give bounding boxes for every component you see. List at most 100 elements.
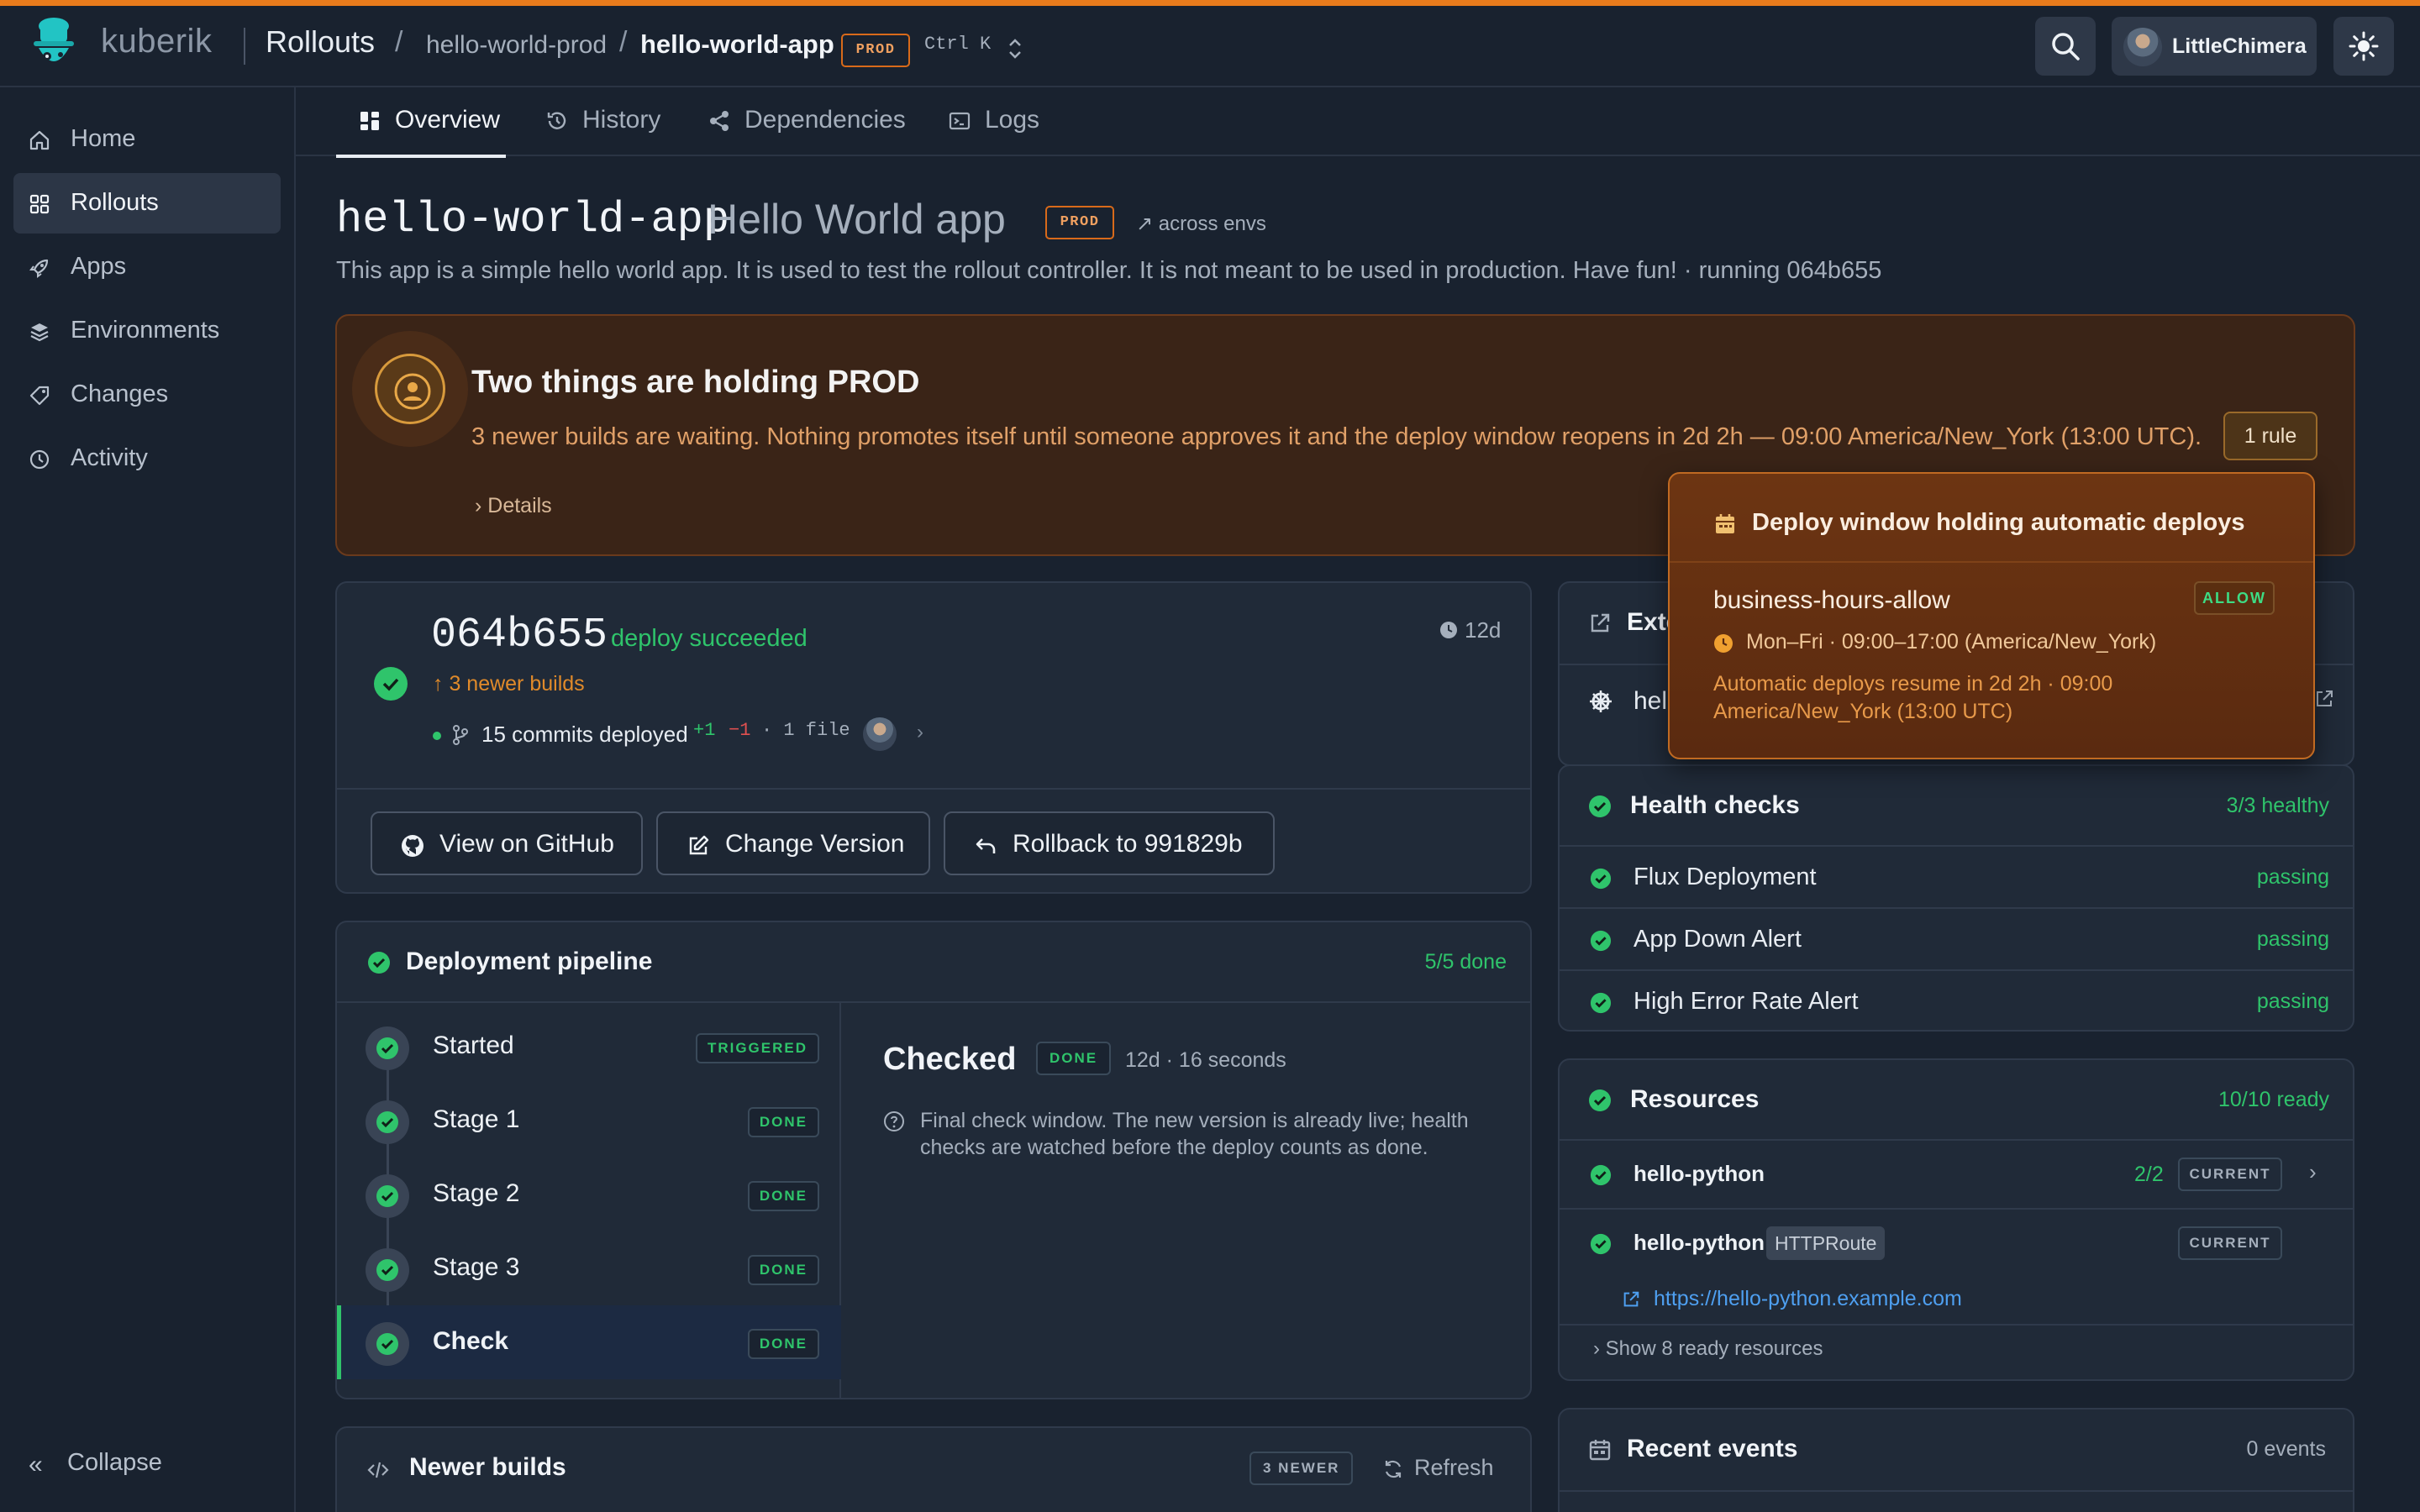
user-name: LittleChimera (2172, 34, 2307, 58)
events-count: 0 events (2246, 1437, 2326, 1461)
check-circle-icon (366, 1026, 409, 1070)
stage-detail-title: Checked (883, 1042, 1017, 1077)
sidebar-item-rollouts[interactable]: Rollouts (13, 173, 281, 234)
stage-detail-badge: DONE (1036, 1042, 1112, 1075)
tab-dependencies[interactable]: Dependencies (708, 87, 909, 156)
stage-badge: DONE (747, 1255, 819, 1285)
stage-badge: DONE (747, 1107, 819, 1137)
stage-started[interactable]: Started TRIGGERED (337, 1010, 841, 1084)
newer-builds-link[interactable]: ↑ 3 newer builds (433, 672, 585, 696)
bowler-hat-icon[interactable] (30, 16, 77, 75)
helm-icon (1590, 690, 1612, 712)
chevron-right-icon[interactable]: › (2309, 1159, 2317, 1185)
card-title: Deployment pipeline (406, 948, 653, 975)
card-title: Newer builds (409, 1453, 566, 1481)
show-more-row[interactable]: › Show 8 ready resources (1560, 1326, 2353, 1379)
refresh-button[interactable]: Refresh (1414, 1455, 1494, 1481)
brand-name: kuberik (101, 23, 213, 60)
breadcrumb-separator: / (395, 26, 403, 58)
collapse-label: Collapse (67, 1449, 162, 1476)
stage-check[interactable]: Check DONE (337, 1305, 841, 1379)
share-icon (710, 111, 729, 131)
theme-toggle-button[interactable] (2333, 17, 2394, 76)
check-circle-icon (1590, 930, 1612, 952)
sidebar-item-home[interactable]: Home (13, 109, 281, 170)
external-link-label[interactable]: hell (1634, 687, 1673, 716)
across-envs-link[interactable]: ↗ across envs (1136, 212, 1266, 236)
ctrl-k-shortcut[interactable]: Ctrl K (924, 34, 991, 55)
stage-3[interactable]: Stage 3 DONE (337, 1231, 841, 1305)
sidebar-item-label: Rollouts (71, 189, 159, 216)
deployment-pipeline-card: Deployment pipeline 5/5 done Started TRI… (335, 921, 1532, 1399)
health-check-status: passing (2256, 990, 2329, 1013)
sidebar-item-label: Changes (71, 381, 169, 407)
pipeline-stages: Started TRIGGERED Stage 1 DONE Stage 2 D… (337, 1003, 841, 1398)
check-circle-icon (368, 952, 390, 974)
grid-icon (29, 194, 50, 214)
tab-history[interactable]: History (545, 87, 671, 156)
health-check-row[interactable]: High Error Rate Alert passing (1560, 971, 2353, 1030)
health-summary: 3/3 healthy (2226, 794, 2329, 817)
calendar-icon (1589, 1440, 1611, 1461)
card-title: Resources (1630, 1085, 1760, 1113)
health-check-row[interactable]: Flux Deployment passing (1560, 847, 2353, 909)
chevron-up-down-icon[interactable] (1005, 36, 1025, 61)
version-age: 12d (1465, 617, 1502, 643)
details-toggle[interactable]: › Details (475, 494, 552, 518)
rollback-button[interactable]: Rollback to 991829b (944, 811, 1275, 875)
health-check-label: High Error Rate Alert (1634, 988, 1859, 1015)
commits-summary[interactable]: 15 commits deployed (481, 722, 688, 748)
deploy-status: deploy succeeded (611, 625, 808, 652)
view-on-github-button[interactable]: View on GitHub (371, 811, 643, 875)
change-version-button[interactable]: Change Version (656, 811, 930, 875)
sidebar-item-label: Home (71, 125, 136, 152)
check-circle-icon (1589, 795, 1611, 817)
collapse-button[interactable]: « Collapse (29, 1442, 197, 1484)
breadcrumb-environment[interactable]: hello-world-prod (426, 31, 607, 60)
stage-label: Stage 2 (433, 1179, 520, 1207)
resource-url-link[interactable]: https://hello-python.example.com (1654, 1287, 1962, 1311)
stage-detail-note: Final check window. The new version is a… (920, 1109, 1469, 1159)
sidebar: Home Rollouts Apps Environments Changes … (0, 87, 296, 1512)
button-label: Rollback to 991829b (1013, 830, 1243, 858)
breadcrumb-section[interactable]: Rollouts (266, 24, 375, 60)
resource-name: hello-python (1634, 1230, 1765, 1255)
clock-icon (29, 449, 50, 470)
current-badge: CURRENT (2178, 1226, 2282, 1260)
health-check-row[interactable]: App Down Alert passing (1560, 909, 2353, 971)
sidebar-item-apps[interactable]: Apps (13, 237, 281, 297)
stage-label: Started (433, 1032, 514, 1059)
search-button[interactable] (2035, 17, 2096, 76)
external-link-icon (1591, 613, 1610, 633)
sun-icon (2349, 31, 2379, 61)
breadcrumb-app[interactable]: hello-world-app (640, 29, 834, 60)
user-menu-button[interactable]: LittleChimera (2112, 17, 2317, 76)
sidebar-item-activity[interactable]: Activity (13, 428, 281, 489)
resource-row[interactable]: hello-python HTTPRoute CURRENT (1560, 1210, 2353, 1278)
rule-button[interactable]: 1 rule (2223, 412, 2317, 460)
check-circle-icon (1589, 1089, 1611, 1111)
clock-icon (1714, 634, 1733, 653)
calendar-icon (1716, 514, 1734, 533)
deploy-window-popover: Deploy window holding automatic deploys … (1668, 472, 2315, 759)
app-name: Hello World app (708, 196, 1006, 243)
sidebar-item-changes[interactable]: Changes (13, 365, 281, 425)
avatar (2123, 28, 2162, 66)
external-link-icon[interactable] (2314, 689, 2334, 709)
layers-icon (30, 323, 49, 342)
resource-row[interactable]: hello-python 2/2 CURRENT › (1560, 1141, 2353, 1210)
stage-2[interactable]: Stage 2 DONE (337, 1158, 841, 1231)
stage-1[interactable]: Stage 1 DONE (337, 1084, 841, 1158)
chevron-right-icon[interactable]: › (917, 721, 923, 744)
button-label: View on GitHub (439, 830, 614, 858)
button-label: Change Version (725, 830, 905, 858)
show-ready-resources-toggle[interactable]: › Show 8 ready resources (1593, 1337, 1823, 1361)
check-circle-icon (1590, 992, 1612, 1014)
check-circle-icon (366, 1174, 409, 1218)
tab-overview[interactable]: Overview (336, 87, 506, 158)
recent-events-card: Recent events 0 events (1558, 1408, 2354, 1512)
resource-name: hello-python (1634, 1161, 1765, 1186)
search-icon (2052, 33, 2080, 60)
tab-logs[interactable]: Logs (948, 87, 1057, 156)
sidebar-item-environments[interactable]: Environments (13, 301, 281, 361)
